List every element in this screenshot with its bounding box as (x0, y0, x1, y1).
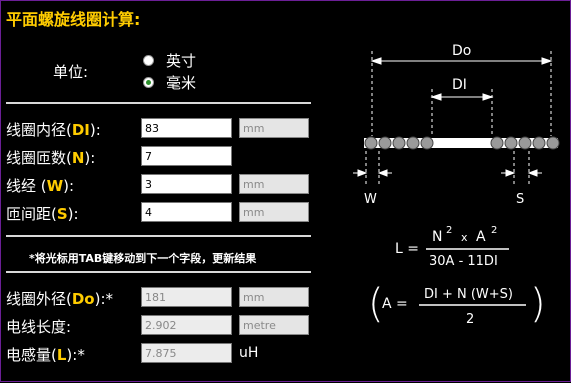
formula-l-num-exp2: 2 (491, 225, 497, 236)
di-label: DI (452, 77, 467, 93)
formula-a-den: 2 (466, 312, 474, 327)
formula-l-num-a: A (476, 229, 486, 245)
formula-l-num-x: x (461, 231, 468, 244)
formula-a-lhs: A = (382, 296, 408, 312)
do-label: Do (452, 43, 471, 59)
spiral-coil-calculator: 平面螺旋线圈计算: 单位: 英寸 毫米 线圈内径(DI): 83 mm 线圈匝数… (0, 0, 571, 382)
w-label: W (364, 192, 377, 207)
coil-diagram: Do DI W S L = N 2 x A 2 30A - 11DI ( A =… (353, 43, 560, 327)
formula-a-num: DI + N (W+S) (424, 287, 513, 302)
formula-a-rparen: ) (530, 281, 546, 327)
formula-l-num-n: N (432, 229, 442, 245)
formula-l-lhs: L = (395, 241, 419, 257)
s-label: S (516, 192, 524, 207)
formula-l-num-exp1: 2 (446, 225, 452, 236)
formula-l-den: 30A - 11DI (429, 254, 498, 269)
